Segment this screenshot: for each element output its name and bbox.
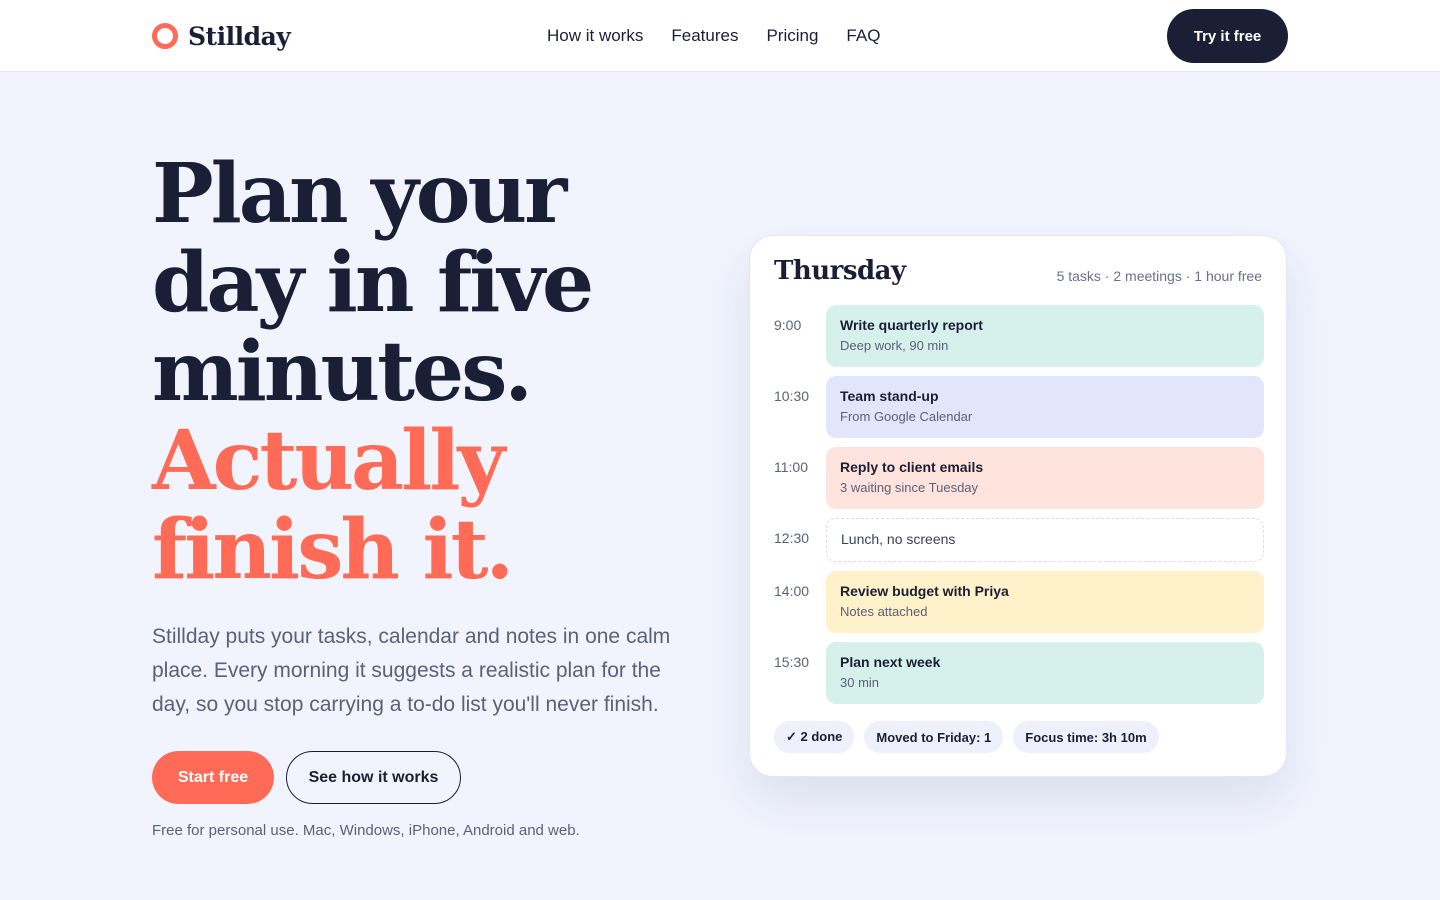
nav-features[interactable]: Features — [671, 24, 738, 48]
slot-time: 12:30 — [774, 530, 810, 546]
platform-note: Free for personal use. Mac, Windows, iPh… — [152, 822, 580, 839]
try-it-free-button[interactable]: Try it free — [1167, 9, 1288, 63]
planner-summary: 5 tasks · 2 meetings · 1 hour free — [1056, 268, 1262, 284]
task-block[interactable]: Write quarterly report Deep work, 90 min — [826, 305, 1264, 367]
schedule-slot: 9:00 Write quarterly report Deep work, 9… — [774, 305, 1264, 367]
see-how-it-works-button[interactable]: See how it works — [286, 751, 461, 804]
headline-line-3: minutes. — [152, 324, 533, 420]
headline-line-2: day in five — [152, 235, 594, 331]
nav-faq[interactable]: FAQ — [846, 24, 880, 48]
done-count-chip: ✓ 2 done — [774, 721, 855, 753]
task-subtitle: 30 min — [840, 675, 880, 690]
nav-how-it-works[interactable]: How it works — [547, 24, 643, 48]
slot-time: 14:00 — [774, 583, 810, 599]
headline-accent-line-1: Actually — [152, 413, 505, 509]
slot-time: 15:30 — [774, 654, 810, 670]
task-subtitle: Deep work, 90 min — [840, 338, 949, 353]
task-title: Plan next week — [840, 654, 941, 670]
site-header: Stillday How it works Features Pricing F… — [0, 0, 1440, 72]
task-title: Review budget with Priya — [840, 583, 1009, 599]
slot-time: 11:00 — [774, 459, 808, 475]
task-block[interactable]: Plan next week 30 min — [826, 642, 1264, 704]
planner-stats: ✓ 2 done Moved to Friday: 1 Focus time: … — [774, 721, 1159, 753]
meeting-block[interactable]: Team stand-up From Google Calendar — [826, 376, 1264, 438]
moved-count-chip: Moved to Friday: 1 — [864, 721, 1004, 753]
slot-time: 10:30 — [774, 388, 810, 404]
headline-accent-line-2: finish it. — [152, 502, 514, 598]
schedule-slot: 10:30 Team stand-up From Google Calendar — [774, 376, 1264, 438]
task-title: Reply to client emails — [840, 459, 984, 475]
planner-day-title: Thursday — [774, 256, 906, 286]
schedule-slot: 14:00 Review budget with Priya Notes att… — [774, 571, 1264, 633]
focus-time-chip: Focus time: 3h 10m — [1013, 721, 1159, 753]
schedule-slot: 11:00 Reply to client emails 3 waiting s… — [774, 447, 1264, 509]
task-block[interactable]: Reply to client emails 3 waiting since T… — [826, 447, 1264, 509]
main-nav: How it works Features Pricing FAQ — [547, 24, 880, 48]
hero-headline: Plan your day in five minutes. Actually … — [152, 150, 712, 595]
task-subtitle: 3 waiting since Tuesday — [840, 480, 979, 495]
brand-name: Stillday — [188, 21, 291, 51]
task-subtitle: Notes attached — [840, 604, 928, 619]
logo-ring-icon — [152, 23, 178, 49]
headline-line-1: Plan your — [152, 146, 567, 242]
brand-logo[interactable]: Stillday — [152, 20, 291, 52]
task-title: Lunch, no screens — [841, 531, 956, 547]
nav-pricing[interactable]: Pricing — [766, 24, 818, 48]
hero-description: Stillday puts your tasks, calendar and n… — [152, 625, 671, 716]
free-time-block[interactable]: Lunch, no screens — [826, 518, 1264, 562]
day-planner-card: Thursday 5 tasks · 2 meetings · 1 hour f… — [749, 235, 1287, 777]
start-free-button[interactable]: Start free — [152, 751, 274, 804]
task-subtitle: From Google Calendar — [840, 409, 973, 424]
schedule-slot: 15:30 Plan next week 30 min — [774, 642, 1264, 704]
task-title: Team stand-up — [840, 388, 939, 404]
task-block[interactable]: Review budget with Priya Notes attached — [826, 571, 1264, 633]
slot-time: 9:00 — [774, 317, 802, 333]
task-title: Write quarterly report — [840, 317, 983, 333]
